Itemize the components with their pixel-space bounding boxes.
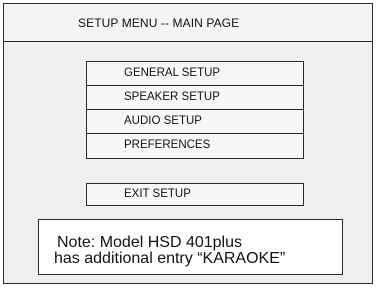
exit-setup-button[interactable]: EXIT SETUP [86,183,304,206]
menu-item-speaker-setup[interactable]: SPEAKER SETUP [87,86,303,110]
page-title: SETUP MENU -- MAIN PAGE [78,16,240,30]
note-line-2: has additional entry “KARAOKE” [54,250,286,267]
menu-item-preferences[interactable]: PREFERENCES [87,134,303,158]
model-note-box: Note: Model HSD 401plus has additional e… [38,219,343,275]
note-line-1: Note: Model HSD 401plus [57,234,242,251]
menu-item-general-setup[interactable]: GENERAL SETUP [87,62,303,86]
menu-item-audio-setup[interactable]: AUDIO SETUP [87,110,303,134]
setup-menu-list: GENERAL SETUP SPEAKER SETUP AUDIO SETUP … [86,61,304,159]
title-bar: SETUP MENU -- MAIN PAGE [4,4,372,42]
